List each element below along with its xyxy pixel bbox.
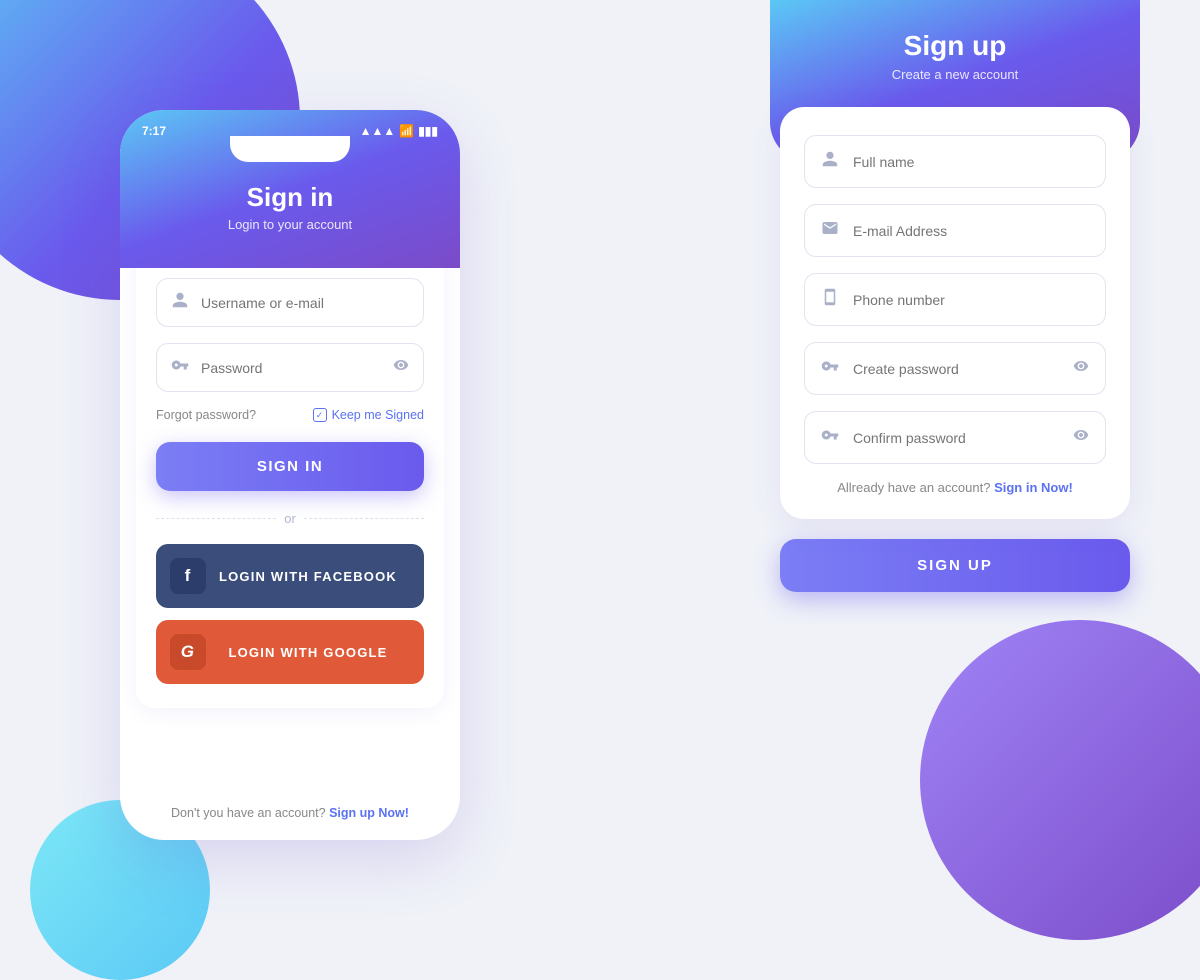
create-password-input-row xyxy=(804,342,1106,395)
already-account-row: Allready have an account? Sign in Now! xyxy=(804,480,1106,495)
email-input-row xyxy=(804,204,1106,257)
status-time: 7:17 xyxy=(142,124,166,138)
signup-subtitle: Create a new account xyxy=(770,67,1140,82)
google-button-label: LOGIN WITH GOOGLE xyxy=(206,645,410,660)
or-label: or xyxy=(284,511,296,526)
email-icon xyxy=(821,219,839,242)
facebook-login-button[interactable]: f LOGIN WITH FACEBOOK xyxy=(156,544,424,608)
eye-icon[interactable] xyxy=(393,357,409,378)
sign-in-title-block: Sign in Login to your account xyxy=(120,162,460,232)
fullname-input-row xyxy=(804,135,1106,188)
signup-form-card: Allready have an account? Sign in Now! xyxy=(780,107,1130,519)
confirm-password-key-icon xyxy=(821,426,839,449)
sign-in-now-link[interactable]: Sign in Now! xyxy=(994,480,1073,495)
phone-icon xyxy=(821,288,839,311)
facebook-logo: f xyxy=(170,558,206,594)
confirm-password-input[interactable] xyxy=(853,430,1073,446)
forgot-password-text[interactable]: Forgot password? xyxy=(156,408,256,422)
signup-heading: Sign up xyxy=(770,30,1140,62)
email-input[interactable] xyxy=(853,223,1089,239)
username-input[interactable] xyxy=(201,295,409,311)
or-divider: or xyxy=(156,511,424,526)
facebook-button-label: LOGIN WITH FACEBOOK xyxy=(206,569,410,584)
keep-signed-checkbox[interactable]: ✓ xyxy=(313,408,327,422)
fullname-user-icon xyxy=(821,150,839,173)
no-account-row: Don't you have an account? Sign up Now! xyxy=(120,806,460,820)
already-account-text: Allready have an account? xyxy=(837,480,990,495)
sign-in-button[interactable]: SIGN IN xyxy=(156,442,424,491)
user-icon xyxy=(171,291,189,314)
username-input-row xyxy=(156,278,424,327)
status-icons: ▲▲▲ 📶 ▮▮▮ xyxy=(360,124,438,138)
sign-up-phone: Sign up Create a new account xyxy=(770,0,1140,900)
create-password-input[interactable] xyxy=(853,361,1073,377)
sign-in-phone: 7:17 ▲▲▲ 📶 ▮▮▮ Sign in Login to your acc… xyxy=(120,110,460,840)
key-icon xyxy=(171,356,189,379)
phone-notch xyxy=(230,136,350,162)
create-password-key-icon xyxy=(821,357,839,380)
no-account-text: Don't you have an account? xyxy=(171,806,326,820)
confirm-password-eye-icon[interactable] xyxy=(1073,427,1089,448)
phone-header: 7:17 ▲▲▲ 📶 ▮▮▮ Sign in Login to your acc… xyxy=(120,110,460,268)
sign-in-form-card: Forgot password? ✓ Keep me Signed SIGN I… xyxy=(136,250,444,708)
wifi-icon: 📶 xyxy=(399,124,414,138)
sign-in-heading: Sign in xyxy=(120,182,460,213)
confirm-password-input-row xyxy=(804,411,1106,464)
forgot-row: Forgot password? ✓ Keep me Signed xyxy=(156,408,424,422)
password-input-row xyxy=(156,343,424,392)
keep-signed-row[interactable]: ✓ Keep me Signed xyxy=(313,408,424,422)
password-input[interactable] xyxy=(201,360,393,376)
sign-up-link[interactable]: Sign up Now! xyxy=(329,806,409,820)
sign-up-button[interactable]: SIGN UP xyxy=(780,539,1130,592)
google-logo: G xyxy=(170,634,206,670)
phone-input-row xyxy=(804,273,1106,326)
keep-signed-label: Keep me Signed xyxy=(332,408,424,422)
signal-icon: ▲▲▲ xyxy=(360,124,396,138)
fullname-input[interactable] xyxy=(853,154,1089,170)
google-login-button[interactable]: G LOGIN WITH GOOGLE xyxy=(156,620,424,684)
status-bar: 7:17 ▲▲▲ 📶 ▮▮▮ xyxy=(120,110,460,138)
phone-input[interactable] xyxy=(853,292,1089,308)
battery-icon: ▮▮▮ xyxy=(418,124,438,138)
create-password-eye-icon[interactable] xyxy=(1073,358,1089,379)
sign-in-subtitle: Login to your account xyxy=(120,217,460,232)
